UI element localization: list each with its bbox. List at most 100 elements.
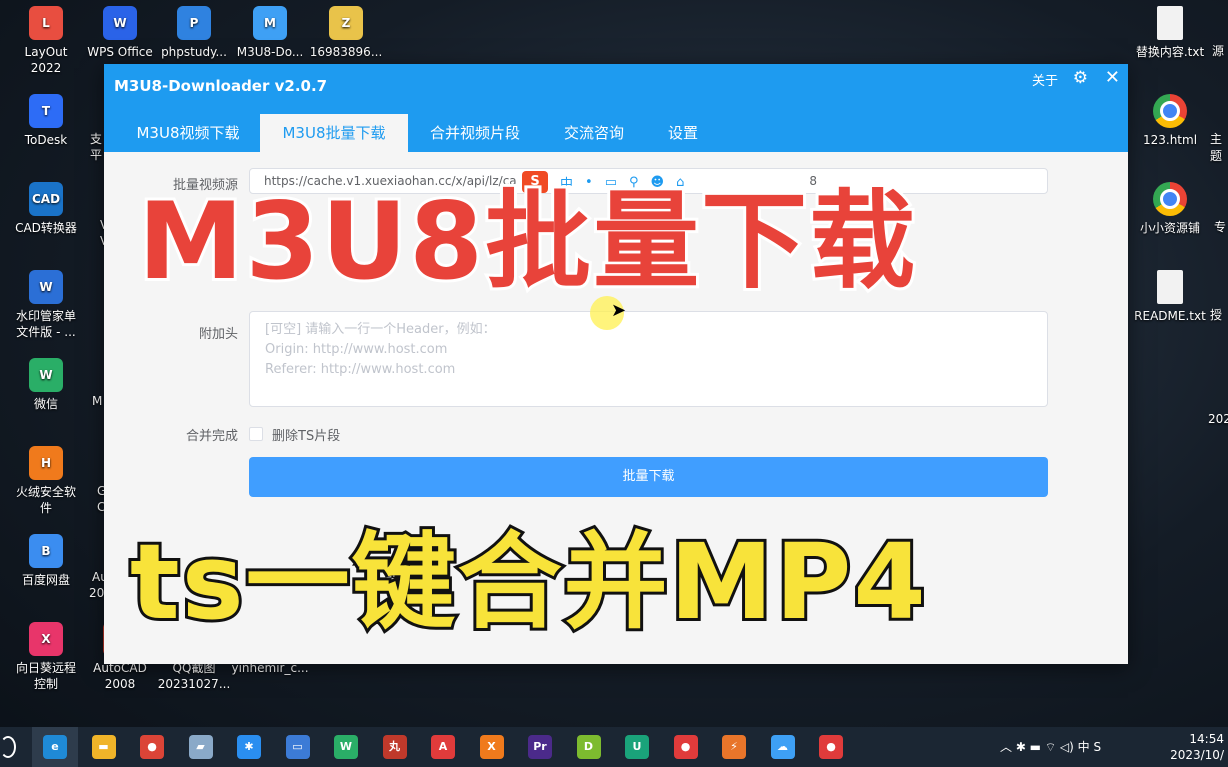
merge-label: 合并完成 <box>185 429 238 444</box>
app-icon <box>1153 182 1187 216</box>
partial-desktop-label: 202 <box>1208 412 1228 426</box>
desktop-icon-label: 123.html <box>1142 133 1198 147</box>
clock-time: 14:54 <box>1189 732 1224 746</box>
app-icon <box>1157 270 1183 304</box>
app-icon: P <box>177 6 211 40</box>
delete-ts-checkbox[interactable] <box>249 427 263 441</box>
header-textarea[interactable]: [可空] 请输入一行一个Header，例如： Origin: http://ww… <box>249 311 1048 407</box>
system-tray[interactable]: ︿ ✱ ▬ ⌔ ◁) 中 S <box>1000 727 1101 767</box>
desktop-icon-label: 水印管家单 文件版 - ... <box>15 309 76 339</box>
desktop-icon[interactable]: M M3U8-Do... <box>230 6 310 60</box>
gear-icon[interactable]: ⚙ <box>1073 68 1088 88</box>
app-icon: B <box>29 534 63 568</box>
desktop-icon[interactable]: 小小资源铺 <box>1130 182 1210 236</box>
taskbar-app-icon[interactable]: Pr <box>528 735 552 759</box>
header-label: 附加头 <box>198 327 238 342</box>
desktop-icon[interactable]: T ToDesk <box>6 94 86 148</box>
caption-bottom: ts一键合并MP4 <box>127 518 929 646</box>
taskbar-app-icon[interactable]: ▬ <box>91 735 116 759</box>
taskbar-app-icon[interactable]: 丸 <box>382 735 407 759</box>
desktop-icon-label: CAD转换器 <box>15 221 77 235</box>
clock[interactable]: 14:54 2023/10/ <box>1170 731 1224 763</box>
app-icon: H <box>29 446 63 480</box>
taskbar-app-icon[interactable]: e <box>43 735 67 759</box>
desktop-icon-label: LayOut 2022 <box>24 45 68 75</box>
desktop-icon-label: 百度网盘 <box>21 573 70 587</box>
taskbar-app-icon[interactable]: ▰ <box>188 735 213 759</box>
app-icon: T <box>29 94 63 128</box>
desktop-icon[interactable]: Pphpstudy... <box>154 6 234 60</box>
close-icon[interactable]: ✕ <box>1105 67 1120 88</box>
desktop-icon[interactable]: L LayOut 2022 <box>6 6 86 76</box>
desktop-icon-label: 向日葵远程 控制 <box>15 661 76 691</box>
tab-merge-segments[interactable]: 合并视频片段 <box>410 114 540 152</box>
taskbar-app-icon[interactable]: ⚡ <box>722 735 746 759</box>
app-icon <box>1153 94 1187 128</box>
desktop-icon[interactable]: B 百度网盘 <box>6 534 86 588</box>
taskbar-app-icon[interactable]: ● <box>819 735 843 759</box>
taskbar: e ▬ ● ▰ ✱ ▭ W 丸 A X Pr D U ● ⚡ ☁ ● ︿ ✱ ▬ ⌔ ◁) 中 S 14:54 … <box>0 727 1228 767</box>
desktop-icon-label: phpstudy... <box>161 45 227 59</box>
taskbar-app-icon[interactable]: ▭ <box>285 735 310 759</box>
app-icon: M <box>253 6 287 40</box>
app-icon: W <box>103 6 137 40</box>
partial-desktop-label: 主题 <box>1210 132 1223 163</box>
search-circle-icon[interactable] <box>0 736 16 758</box>
window-title: M3U8-Downloader v2.0.7 <box>114 77 328 95</box>
tab-m3u8-batch-download[interactable]: M3U8批量下载 <box>260 114 408 152</box>
partial-desktop-label: 平 <box>90 148 103 162</box>
app-icon <box>1157 6 1183 40</box>
desktop-icon-label: QQ截图 20231027... <box>157 661 231 691</box>
partial-desktop-label: M <box>92 394 103 408</box>
desktop-icon[interactable]: W WPS Office <box>80 6 160 60</box>
partial-desktop-label: 支 <box>90 132 103 146</box>
partial-desktop-label: 授 <box>1210 308 1223 322</box>
window-titlebar[interactable]: M3U8-Downloader v2.0.7 关于 ⚙ ✕ <box>104 64 1128 114</box>
app-icon: W <box>29 270 63 304</box>
caption-top: M3U8批量下载 <box>135 177 918 306</box>
taskbar-app-icon[interactable]: ✱ <box>237 735 261 759</box>
app-icon: CAD <box>29 182 63 216</box>
desktop-icon[interactable]: W 水印管家单 文件版 - ... <box>6 270 86 340</box>
desktop-icon-label: README.txt <box>1134 309 1206 323</box>
desktop-icon-label: M3U8-Do... <box>236 45 304 59</box>
tab-settings[interactable]: 设置 <box>648 114 718 152</box>
desktop-icon[interactable]: CAD CAD转换器 <box>6 182 86 236</box>
desktop-icon[interactable]: W 微信 <box>6 358 86 412</box>
desktop-icon[interactable]: 替换内容.txt <box>1130 6 1210 60</box>
taskbar-app-icon[interactable]: ● <box>140 735 164 759</box>
tab-contact[interactable]: 交流咨询 <box>544 114 644 152</box>
desktop-icon[interactable]: Z 16983896... <box>306 6 386 60</box>
partial-desktop-label: 源 <box>1212 44 1225 58</box>
app-icon: W <box>29 358 63 392</box>
tab-m3u8-download[interactable]: M3U8视频下载 <box>118 114 258 152</box>
taskbar-app-icon[interactable]: ● <box>673 735 698 759</box>
desktop-icon-label: 替换内容.txt <box>1135 45 1205 59</box>
desktop-icon[interactable]: H 火绒安全软 件 <box>6 446 86 516</box>
desktop-icon[interactable]: X 向日葵远程 控制 <box>6 622 86 692</box>
desktop-icon-label: WPS Office <box>87 45 153 59</box>
delete-ts-label[interactable]: 删除TS片段 <box>272 425 340 444</box>
app-icon: L <box>29 6 63 40</box>
desktop-icon-label: 16983896... <box>309 45 383 59</box>
batch-download-button[interactable]: 批量下载 <box>249 457 1048 497</box>
desktop-icon-label: AutoCAD 2008 <box>93 661 147 691</box>
about-link[interactable]: 关于 <box>1032 70 1058 89</box>
taskbar-app-icon[interactable]: X <box>479 735 504 759</box>
app-icon: Z <box>329 6 363 40</box>
taskbar-app-icon[interactable]: ☁ <box>770 735 795 759</box>
desktop-icon-label: 小小资源铺 <box>1139 221 1200 235</box>
desktop-icon[interactable]: README.txt <box>1130 270 1210 324</box>
partial-desktop-label: 专 <box>1214 220 1227 234</box>
desktop-icon-label: ToDesk <box>24 133 68 147</box>
app-icon: X <box>29 622 63 656</box>
tab-bar: M3U8视频下载 M3U8批量下载 合并视频片段 交流咨询 设置 <box>104 114 1128 152</box>
taskbar-app-icon[interactable]: W <box>334 735 358 759</box>
taskbar-app-icon[interactable]: A <box>431 735 455 759</box>
desktop-icon[interactable]: 123.html <box>1130 94 1210 148</box>
desktop-icon-label: 微信 <box>33 397 58 411</box>
taskbar-app-icon[interactable]: U <box>625 735 649 759</box>
clock-date: 2023/10/ <box>1170 748 1224 762</box>
mouse-cursor-icon: ➤ <box>611 300 627 321</box>
taskbar-app-icon[interactable]: D <box>576 735 601 759</box>
